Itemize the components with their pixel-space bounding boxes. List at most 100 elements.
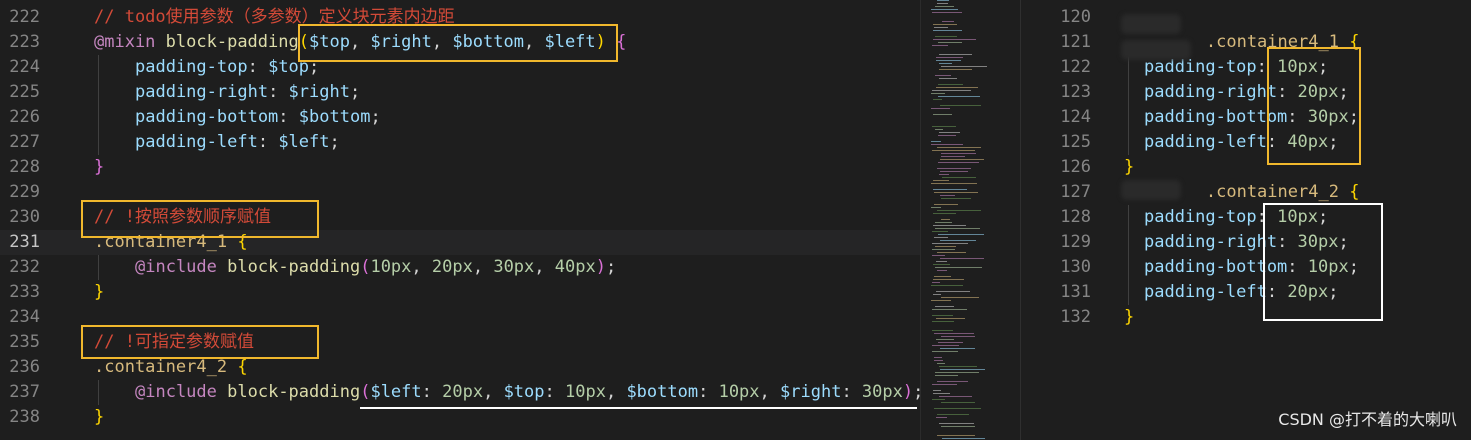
minimap-line xyxy=(938,42,962,43)
indent-guide xyxy=(1128,280,1129,305)
line-number: 121 xyxy=(1060,32,1091,52)
code-text: } xyxy=(1124,305,1134,330)
code-token: block-padding xyxy=(227,382,361,402)
code-text: padding-bottom: $bottom; xyxy=(135,105,381,130)
minimap-line xyxy=(934,192,978,193)
minimap-line xyxy=(932,45,948,46)
code-token: } xyxy=(94,157,105,177)
code-line[interactable]: 232 @include block-padding(10px, 20px, 30… xyxy=(0,255,920,280)
line-number: 123 xyxy=(1060,82,1091,102)
line-number: 229 xyxy=(9,182,40,202)
code-line[interactable]: 131 padding-left: 20px; xyxy=(1021,280,1471,305)
blurred-region xyxy=(1121,40,1191,60)
minimap-line xyxy=(941,66,987,67)
minimap-line xyxy=(937,168,971,169)
code-line[interactable]: 126} xyxy=(1021,155,1471,180)
minimap-line xyxy=(941,297,979,298)
minimap[interactable] xyxy=(920,0,1021,440)
code-token: padding-top xyxy=(1144,207,1257,227)
line-number: 131 xyxy=(1060,282,1091,302)
code-token: } xyxy=(1124,157,1135,177)
line-number: 226 xyxy=(9,107,40,127)
minimap-line xyxy=(931,144,963,145)
code-line[interactable]: 124 padding-bottom: 30px; xyxy=(1021,105,1471,130)
code-line[interactable]: 132} xyxy=(1021,305,1471,330)
code-text: padding-left: $left; xyxy=(135,130,340,155)
indent-guide xyxy=(1128,230,1129,255)
minimap-line xyxy=(936,318,965,319)
minimap-line xyxy=(937,363,945,364)
code-line[interactable]: 237 @include block-padding($left: 20px, $… xyxy=(0,380,920,405)
minimap-line xyxy=(938,135,956,136)
code-token: 10px xyxy=(565,382,606,402)
line-number: 222 xyxy=(9,7,40,27)
code-line[interactable]: 128 padding-top: 10px; xyxy=(1021,205,1471,230)
annotation-box-comment-order xyxy=(81,200,319,238)
code-token: } xyxy=(1124,307,1135,327)
code-token: ; xyxy=(913,382,920,402)
minimap-line xyxy=(935,75,951,76)
indent-guide xyxy=(98,255,99,280)
code-line[interactable]: 125 padding-left: 40px; xyxy=(1021,130,1471,155)
code-line[interactable]: 228} xyxy=(0,155,920,180)
code-text: } xyxy=(1124,155,1134,180)
minimap-line xyxy=(931,141,941,142)
code-token: ; xyxy=(349,82,361,102)
code-token: : xyxy=(698,382,719,402)
code-token: { xyxy=(1349,182,1360,202)
code-line[interactable]: 120 xyxy=(1021,5,1471,30)
minimap-line xyxy=(932,255,945,256)
minimap-line xyxy=(934,276,951,277)
code-line[interactable]: 130 padding-bottom: 10px; xyxy=(1021,255,1471,280)
minimap-line xyxy=(931,93,945,94)
minimap-line xyxy=(936,417,947,418)
minimap-line xyxy=(932,330,953,331)
minimap-line xyxy=(939,78,957,79)
code-text: @include block-padding(10px, 20px, 30px,… xyxy=(135,255,616,280)
code-token: ; xyxy=(370,107,381,127)
minimap-line xyxy=(938,84,963,85)
code-token: $right xyxy=(780,382,842,402)
code-line[interactable]: 121 .container4_1 { xyxy=(1021,30,1471,55)
line-number: 228 xyxy=(9,157,40,177)
code-line[interactable]: 233} xyxy=(0,280,920,305)
code-token: $bottom xyxy=(626,382,699,402)
minimap-line xyxy=(931,183,977,184)
line-number: 232 xyxy=(9,257,40,277)
minimap-line xyxy=(933,24,957,25)
code-line[interactable]: 127 .container4_2 { xyxy=(1021,180,1471,205)
minimap-line xyxy=(935,306,954,307)
indent-guide xyxy=(1128,255,1129,280)
editor-right-pane[interactable]: 120 121 .container4_1 {122 padding-top: 10… xyxy=(1020,0,1471,440)
code-line[interactable]: 227 padding-left: $left; xyxy=(0,130,920,155)
minimap-line xyxy=(940,240,976,241)
minimap-line xyxy=(933,390,941,391)
code-token: $top xyxy=(503,382,545,402)
minimap-line xyxy=(931,108,950,109)
code-token: ; xyxy=(605,257,617,277)
minimap-line xyxy=(939,54,972,55)
line-number: 122 xyxy=(1060,57,1091,77)
code-line[interactable]: 129 padding-right: 30px; xyxy=(1021,230,1471,255)
minimap-line xyxy=(935,246,956,247)
code-token: } xyxy=(94,282,105,302)
code-token: padding-top xyxy=(1144,57,1257,77)
minimap-line xyxy=(940,258,984,259)
minimap-line xyxy=(936,57,963,58)
code-line[interactable]: 226 padding-bottom: $bottom; xyxy=(0,105,920,130)
annotation-box-comment-named xyxy=(81,325,319,359)
line-number: 130 xyxy=(1060,257,1091,277)
indent-guide xyxy=(1128,130,1129,155)
minimap-line xyxy=(939,396,972,397)
minimap-line xyxy=(932,150,975,151)
indent-guide xyxy=(98,130,99,155)
indent-guide xyxy=(98,80,99,105)
code-line[interactable]: 122 padding-top: 10px; xyxy=(1021,55,1471,80)
annotation-box-output-2 xyxy=(1263,203,1383,321)
minimap-line xyxy=(937,270,947,271)
code-line[interactable]: 225 padding-right: $right; xyxy=(0,80,920,105)
code-line[interactable]: 123 padding-right: 20px; xyxy=(1021,80,1471,105)
minimap-line xyxy=(941,426,975,427)
minimap-line xyxy=(935,6,954,7)
minimap-line xyxy=(941,153,976,154)
